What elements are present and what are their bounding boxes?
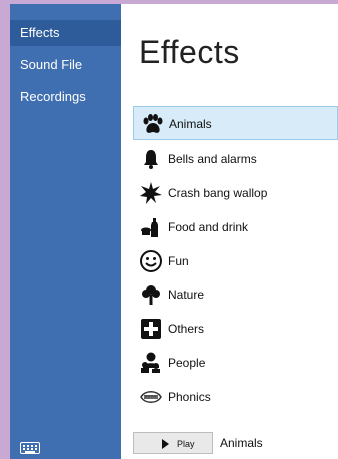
app-window: Effects Sound File Recordings Effects An…: [0, 0, 338, 459]
list-item-label: Animals: [169, 117, 212, 131]
sidebar-item-effects[interactable]: Effects: [10, 20, 121, 46]
people-icon: [141, 352, 160, 373]
list-item-label: Crash bang wallop: [168, 186, 268, 200]
sidebar-item-sound-file[interactable]: Sound File: [10, 52, 121, 78]
current-sound-label: Animals: [220, 436, 263, 450]
main-content: Effects Animals Bells and alarms Crash b…: [121, 4, 338, 459]
keyboard-icon[interactable]: [20, 442, 40, 454]
list-item-label: Nature: [168, 288, 205, 302]
list-item-label: Fun: [168, 254, 189, 268]
bell-icon: [144, 150, 158, 169]
list-item-nature[interactable]: Nature: [133, 278, 338, 312]
list-item-label: Others: [168, 322, 205, 336]
list-item-bells-and-alarms[interactable]: Bells and alarms: [133, 142, 338, 176]
play-icon: [162, 439, 169, 449]
list-item-label: Bells and alarms: [168, 152, 257, 166]
list-item-label: Food and drink: [168, 220, 249, 234]
list-item-label: People: [168, 356, 206, 370]
list-item-fun[interactable]: Fun: [133, 244, 338, 278]
plus-icon: [141, 319, 161, 339]
explosion-icon: [140, 182, 162, 204]
sidebar-item-recordings[interactable]: Recordings: [10, 84, 121, 110]
list-item-people[interactable]: People: [133, 346, 338, 380]
sidebar: Effects Sound File Recordings: [10, 4, 121, 459]
mouth-icon: [140, 391, 162, 403]
list-item-phonics[interactable]: Phonics: [133, 380, 338, 414]
list-item-food-and-drink[interactable]: Food and drink: [133, 210, 338, 244]
food-drink-icon: [141, 218, 158, 237]
paw-icon: [143, 114, 163, 133]
page-title: Effects: [139, 34, 240, 70]
player-footer: Play Animals: [133, 432, 338, 456]
list-item-animals[interactable]: Animals: [133, 106, 338, 140]
play-button-label: Play: [177, 439, 195, 449]
list-item-others[interactable]: Others: [133, 312, 338, 346]
list-item-crash-bang-wallop[interactable]: Crash bang wallop: [133, 176, 338, 210]
tree-icon: [142, 285, 160, 305]
smiley-icon: [140, 250, 162, 272]
list-item-label: Phonics: [168, 390, 211, 404]
play-button[interactable]: Play: [133, 432, 213, 454]
